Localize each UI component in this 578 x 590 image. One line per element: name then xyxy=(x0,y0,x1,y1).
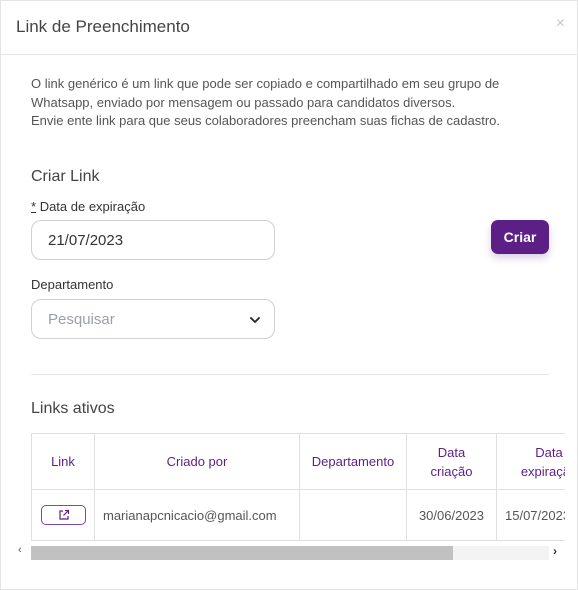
chevron-down-icon xyxy=(250,317,260,323)
table-header-row: Link Criado por Departamento Data criaçã… xyxy=(31,433,565,490)
create-button[interactable]: Criar xyxy=(491,220,549,254)
department-select[interactable]: Pesquisar xyxy=(31,299,275,339)
section-divider xyxy=(31,374,549,375)
column-header-created-by: Criado por xyxy=(94,433,300,490)
external-link-icon xyxy=(58,509,69,520)
department-placeholder: Pesquisar xyxy=(48,311,115,328)
description: O link genérico é um link que pode ser c… xyxy=(31,75,551,131)
scroll-right-icon[interactable]: › xyxy=(553,544,557,558)
required-mark: * xyxy=(31,199,37,214)
description-line-1: O link genérico é um link que pode ser c… xyxy=(31,76,500,110)
created-date-cell: 30/06/2023 xyxy=(406,489,497,541)
modal-header: Link de Preenchimento × xyxy=(1,1,578,55)
expiration-date-cell: 15/07/2023 xyxy=(496,489,565,541)
modal-title: Link de Preenchimento xyxy=(16,17,190,36)
open-link-button[interactable] xyxy=(40,505,86,525)
department-cell xyxy=(299,489,407,541)
column-header-link: Link xyxy=(31,433,95,490)
column-header-created-date: Data criação xyxy=(406,433,497,490)
link-modal: Link de Preenchimento × O link genérico … xyxy=(0,0,578,590)
description-line-2: Envie ente link para que seus colaborado… xyxy=(31,113,501,128)
scroll-left-icon[interactable]: ‹ xyxy=(18,544,22,556)
create-link-title: Criar Link xyxy=(31,168,100,185)
active-links-title: Links ativos xyxy=(31,400,115,417)
department-label: Departamento xyxy=(31,277,114,292)
close-icon[interactable]: × xyxy=(556,16,565,32)
column-header-expiration-date: Data expiração xyxy=(496,433,565,490)
links-table: Link Criado por Departamento Data criaçã… xyxy=(31,433,565,541)
links-table-container: Link Criado por Departamento Data criaçã… xyxy=(31,433,565,541)
created-by-cell: marianapcnicacio@gmail.com xyxy=(94,489,300,541)
column-header-department: Departamento xyxy=(299,433,407,490)
table-row: marianapcnicacio@gmail.com 30/06/2023 15… xyxy=(31,489,565,541)
expiration-date-input[interactable] xyxy=(31,220,275,260)
expiration-date-label-text: Data de expiração xyxy=(39,199,146,214)
horizontal-scrollbar-thumb[interactable] xyxy=(31,546,453,560)
expiration-date-label: * Data de expiração xyxy=(31,199,145,214)
link-cell xyxy=(31,489,95,541)
